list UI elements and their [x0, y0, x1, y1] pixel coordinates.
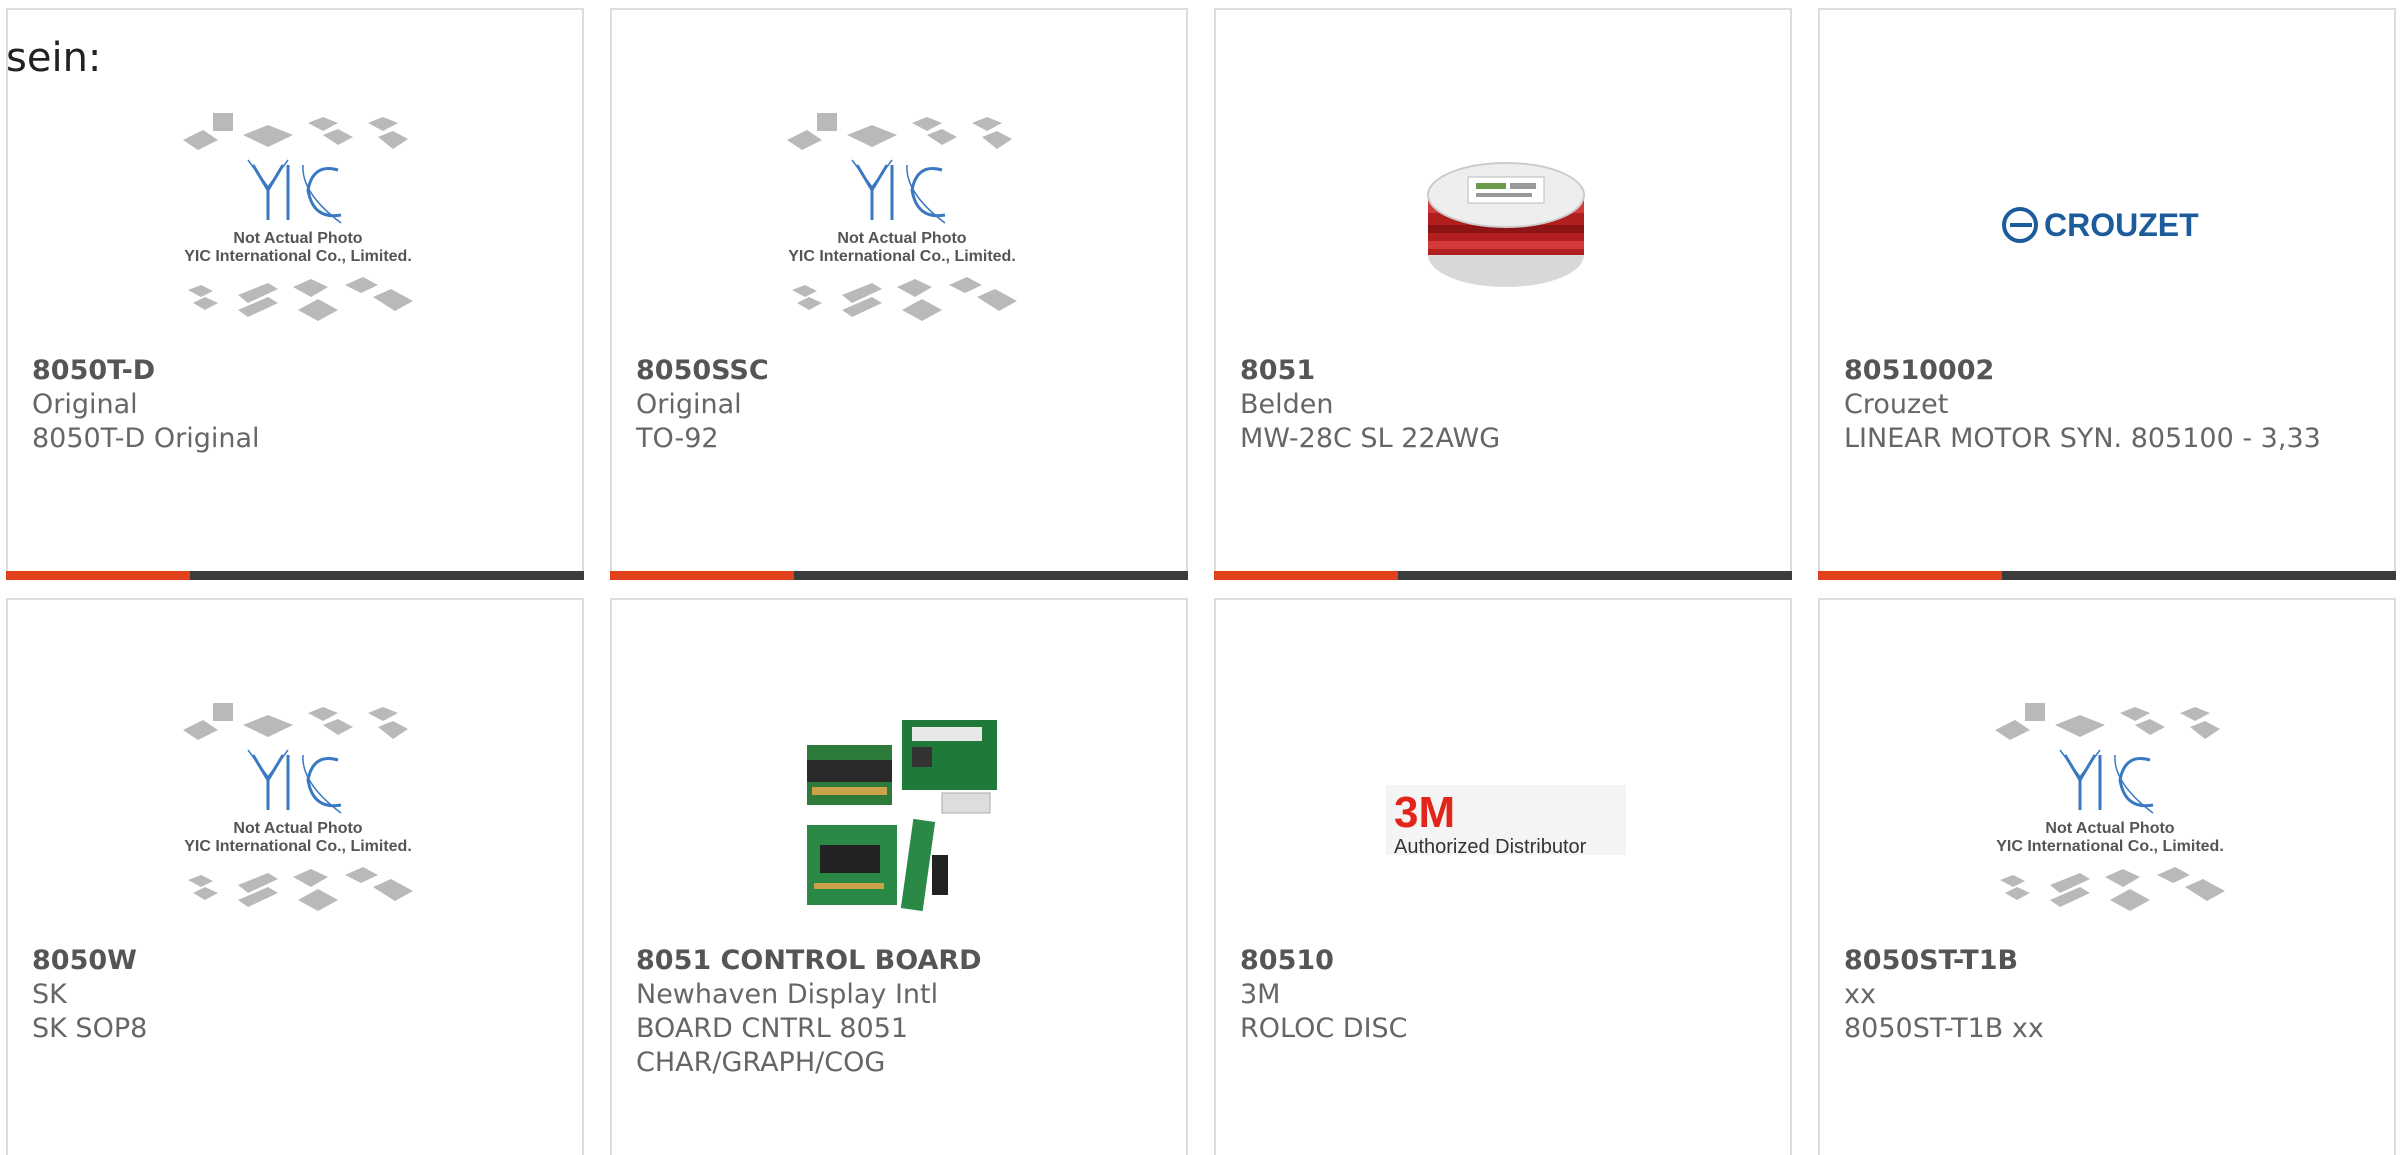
card-bottom-bar [1818, 571, 2396, 580]
placeholder-line2: YIC International Co., Limited. [184, 248, 412, 265]
crouzet-logo: CROUZET [2002, 207, 2199, 243]
product-card[interactable]: Not Actual Photo YIC International Co., … [6, 598, 584, 1155]
product-text: 8050W SK SK SOP8 [32, 944, 542, 1046]
description-label: SK SOP8 [32, 1013, 148, 1044]
yic-placeholder-image: Not Actual Photo YIC International Co., … [787, 113, 1017, 321]
product-image-placeholder[interactable]: Not Actual Photo YIC International Co., … [158, 680, 438, 950]
product-image[interactable] [1366, 90, 1646, 360]
placeholder-line1: Not Actual Photo [233, 230, 362, 247]
part-number-link[interactable]: 8050W [32, 944, 542, 978]
yic-placeholder-image: Not Actual Photo YIC International Co., … [183, 113, 413, 321]
card-accent-bar [610, 571, 794, 580]
manufacturer-label: Original [636, 389, 742, 420]
product-card[interactable]: Not Actual Photo YIC International Co., … [610, 8, 1188, 580]
part-number-link[interactable]: 8050SSC [636, 354, 1146, 388]
product-card[interactable]: Not Actual Photo YIC International Co., … [6, 8, 584, 580]
yic-placeholder-image: Not Actual Photo YIC International Co., … [183, 703, 413, 911]
card-bottom-bar [1214, 571, 1792, 580]
product-card[interactable]: 8051 CONTROL BOARD Newhaven Display Intl… [610, 598, 1188, 1155]
part-number-link[interactable]: 8051 CONTROL BOARD [636, 944, 1146, 978]
part-number-link[interactable]: 8051 [1240, 354, 1750, 388]
product-card[interactable]: Not Actual Photo YIC International Co., … [1818, 598, 2396, 1155]
placeholder-line1: Not Actual Photo [837, 230, 966, 247]
placeholder-line2: YIC International Co., Limited. [1996, 838, 2224, 855]
part-number-link[interactable]: 8050ST-T1B [1844, 944, 2354, 978]
product-card[interactable]: CROUZET 80510002 Crouzet LINEAR MOTOR SY… [1818, 8, 2396, 580]
part-number-link[interactable]: 8050T-D [32, 354, 542, 388]
placeholder-line2: YIC International Co., Limited. [788, 248, 1016, 265]
description-label: BOARD CNTRL 8051 CHAR/GRAPH/COG [636, 1013, 909, 1078]
3m-logo-text: 3M [1394, 788, 1455, 837]
product-image[interactable]: CROUZET [1970, 90, 2250, 360]
description-label: 8050ST-T1B xx [1844, 1013, 2044, 1044]
product-text: 8050T-D Original 8050T-D Original [32, 354, 542, 456]
manufacturer-label: Belden [1240, 389, 1334, 420]
product-text: 8051 Belden MW-28C SL 22AWG [1240, 354, 1750, 456]
placeholder-line1: Not Actual Photo [2045, 820, 2174, 837]
product-card[interactable]: 3M Authorized Distributor 80510 3M ROLOC… [1214, 598, 1792, 1155]
manufacturer-label: Newhaven Display Intl [636, 979, 939, 1010]
card-bottom-bar [610, 571, 1188, 580]
card-accent-bar [1214, 571, 1398, 580]
product-text: 8050SSC Original TO-92 [636, 354, 1146, 456]
description-label: ROLOC DISC [1240, 1013, 1408, 1044]
product-image-placeholder[interactable]: Not Actual Photo YIC International Co., … [158, 90, 438, 360]
product-grid-page: sein: Not Actual Photo YIC International… [0, 0, 2400, 1155]
product-image[interactable]: 3M Authorized Distributor [1366, 680, 1646, 950]
product-image[interactable] [762, 680, 1042, 950]
description-label: TO-92 [636, 423, 719, 454]
manufacturer-label: Original [32, 389, 138, 420]
product-image-placeholder[interactable]: Not Actual Photo YIC International Co., … [1970, 680, 2250, 950]
product-text: 8050ST-T1B xx 8050ST-T1B xx [1844, 944, 2354, 1046]
product-image-placeholder[interactable]: Not Actual Photo YIC International Co., … [762, 90, 1042, 360]
wire-spool-image [1427, 162, 1585, 287]
manufacturer-label: xx [1844, 979, 1876, 1010]
description-label: 8050T-D Original [32, 423, 260, 454]
card-bottom-bar [6, 571, 584, 580]
product-card[interactable]: 8051 Belden MW-28C SL 22AWG [1214, 8, 1792, 580]
part-number-link[interactable]: 80510002 [1844, 354, 2354, 388]
placeholder-line2: YIC International Co., Limited. [184, 838, 412, 855]
crouzet-logo-text: CROUZET [2044, 207, 2199, 243]
intro-text: sein: [6, 35, 102, 81]
manufacturer-label: Crouzet [1844, 389, 1949, 420]
manufacturer-label: SK [32, 979, 67, 1010]
authorized-distributor-text: Authorized Distributor [1394, 836, 1587, 858]
control-boards-image [807, 720, 997, 912]
product-text: 80510002 Crouzet LINEAR MOTOR SYN. 80510… [1844, 354, 2354, 456]
product-text: 80510 3M ROLOC DISC [1240, 944, 1750, 1046]
part-number-link[interactable]: 80510 [1240, 944, 1750, 978]
manufacturer-label: 3M [1240, 979, 1281, 1010]
3m-authorized-logo: 3M Authorized Distributor [1386, 785, 1626, 858]
yic-placeholder-image: Not Actual Photo YIC International Co., … [1995, 703, 2225, 911]
product-text: 8051 CONTROL BOARD Newhaven Display Intl… [636, 944, 1146, 1080]
card-accent-bar [1818, 571, 2002, 580]
card-accent-bar [6, 571, 190, 580]
description-label: LINEAR MOTOR SYN. 805100 - 3,33 [1844, 423, 2321, 454]
description-label: MW-28C SL 22AWG [1240, 423, 1501, 454]
placeholder-line1: Not Actual Photo [233, 820, 362, 837]
